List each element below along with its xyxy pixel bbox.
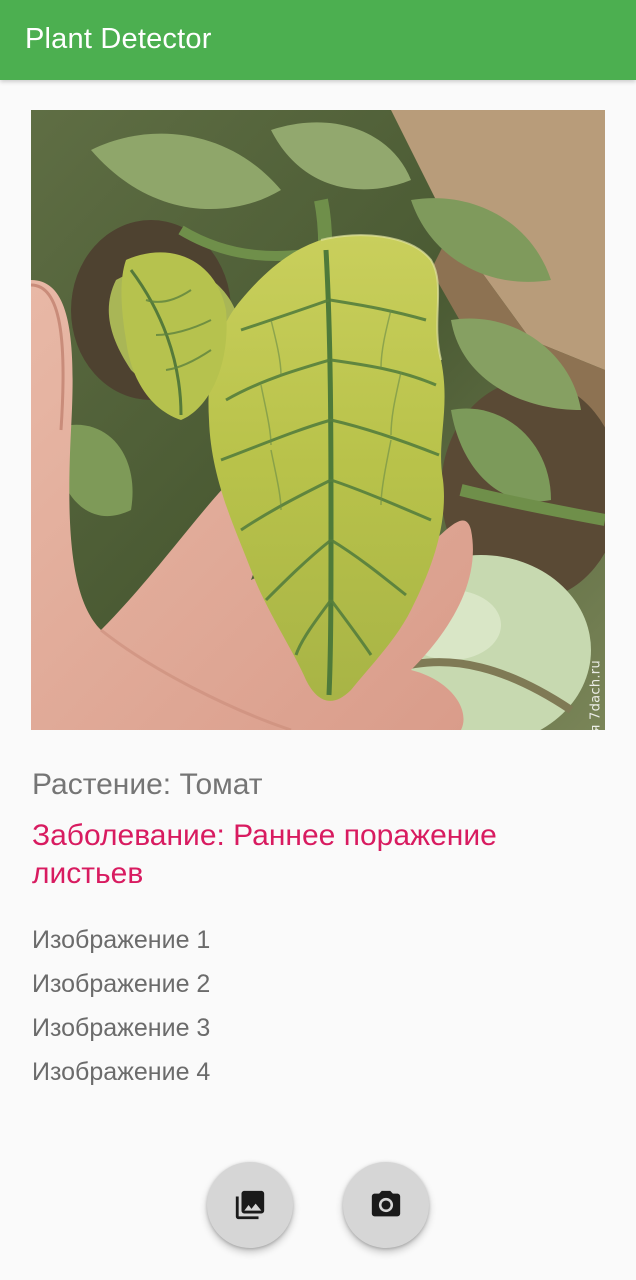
- app-bar: Plant Detector: [0, 0, 636, 80]
- plant-photo: для 7dach.ru: [31, 110, 605, 730]
- photo-library-icon: [235, 1190, 265, 1220]
- disease-result: Заболевание: Раннее поражение листьев: [32, 819, 497, 890]
- photo-watermark: для 7dach.ru: [588, 660, 603, 730]
- camera-button[interactable]: [343, 1162, 429, 1248]
- plant-photo-illustration: [31, 110, 605, 730]
- image-list-item[interactable]: Изображение 1: [32, 918, 210, 962]
- image-list-item[interactable]: Изображение 2: [32, 962, 210, 1006]
- app-title: Plant Detector: [25, 23, 212, 55]
- plant-result: Растение: Томат: [32, 768, 263, 801]
- image-list-item[interactable]: Изображение 3: [32, 1006, 210, 1050]
- image-list-item[interactable]: Изображение 4: [32, 1050, 210, 1094]
- image-list: Изображение 1 Изображение 2 Изображение …: [32, 918, 210, 1094]
- gallery-button[interactable]: [207, 1162, 293, 1248]
- camera-icon: [371, 1190, 401, 1217]
